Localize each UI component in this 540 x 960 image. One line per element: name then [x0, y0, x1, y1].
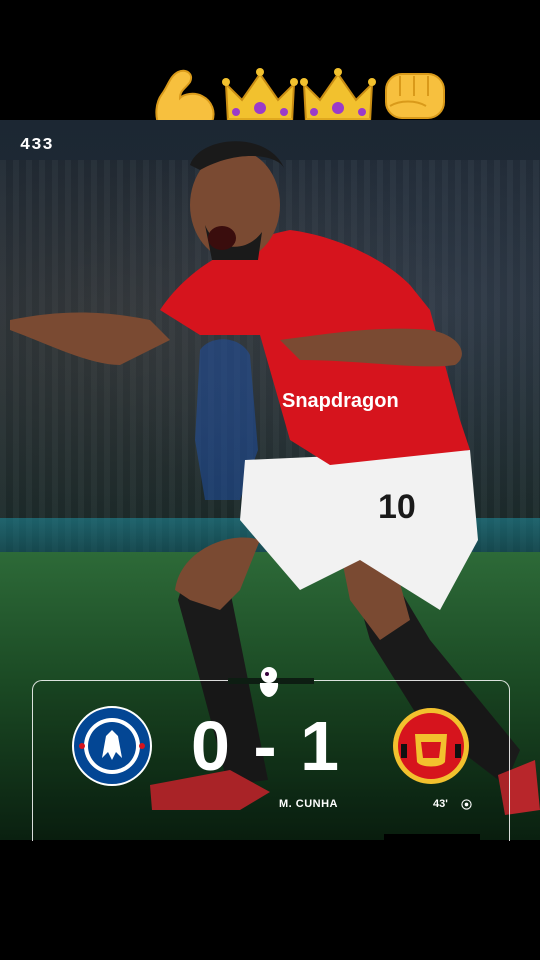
goal-scorer: M. CUNHA	[279, 798, 338, 810]
score-card: 0 - 1 M. CUNHA 43'	[32, 667, 510, 841]
brand-logo: 433	[20, 136, 54, 155]
goal-minute: 43'	[433, 798, 448, 810]
premier-league-icon	[259, 667, 279, 697]
man-utd-crest-icon	[393, 708, 469, 784]
scoreline: 0 - 1	[190, 707, 342, 785]
chelsea-crest-icon	[72, 706, 152, 786]
shirt-sponsor: Snapdragon	[282, 390, 399, 412]
bottom-bar	[384, 834, 480, 840]
shorts-number: 10	[378, 488, 416, 526]
football-icon	[461, 799, 472, 810]
